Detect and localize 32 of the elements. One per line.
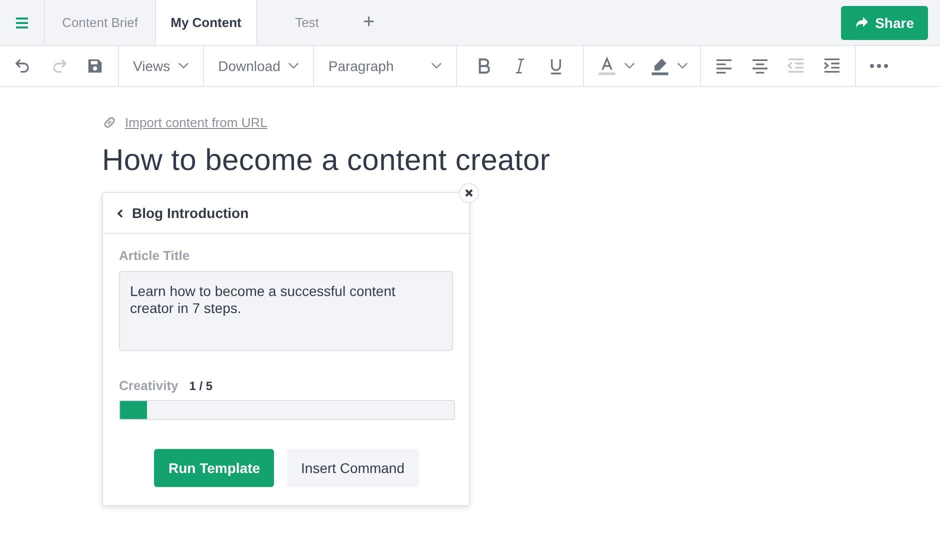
close-button[interactable] [459,183,479,203]
share-button[interactable]: Share [841,6,928,40]
creativity-slider[interactable] [119,400,455,420]
document-title: How to become a content creator [102,144,552,178]
insert-button[interactable]: Insert Command [287,449,418,487]
chevron-down-icon [624,62,636,70]
tab[interactable]: Content Brief [45,0,155,45]
chevron-down-icon [178,62,190,70]
dropdown[interactable]: Paragraph [320,50,450,82]
chevron-down-icon [288,62,300,70]
import-link[interactable]: Import content from URL [125,115,268,130]
run-button[interactable]: Run Template [154,449,274,487]
text-color-icon [596,55,618,77]
panel-title: Blog Introduction [132,205,249,221]
chevron-down-icon [431,62,442,70]
tab[interactable]: Test [257,0,357,45]
dropdown[interactable]: Views [125,50,198,82]
article-title-field[interactable]: Learn how to become a successful content creator in 7 steps. [119,271,453,351]
tab[interactable]: My Content [155,0,257,45]
field-label: Article Title [119,248,191,263]
chevron-down-icon [677,62,688,70]
back-button[interactable] [117,208,123,218]
dropdown[interactable]: Download [210,50,308,82]
link-icon [102,115,117,130]
add-tab-button[interactable]: + [357,0,381,45]
slider-label: Creativity [119,378,178,393]
close-icon [465,189,473,197]
more-icon [870,64,888,68]
back-icon [117,208,123,218]
menu-icon[interactable] [15,16,29,30]
slider-reading: 1 / 5 [189,379,213,393]
share-icon [855,16,870,30]
